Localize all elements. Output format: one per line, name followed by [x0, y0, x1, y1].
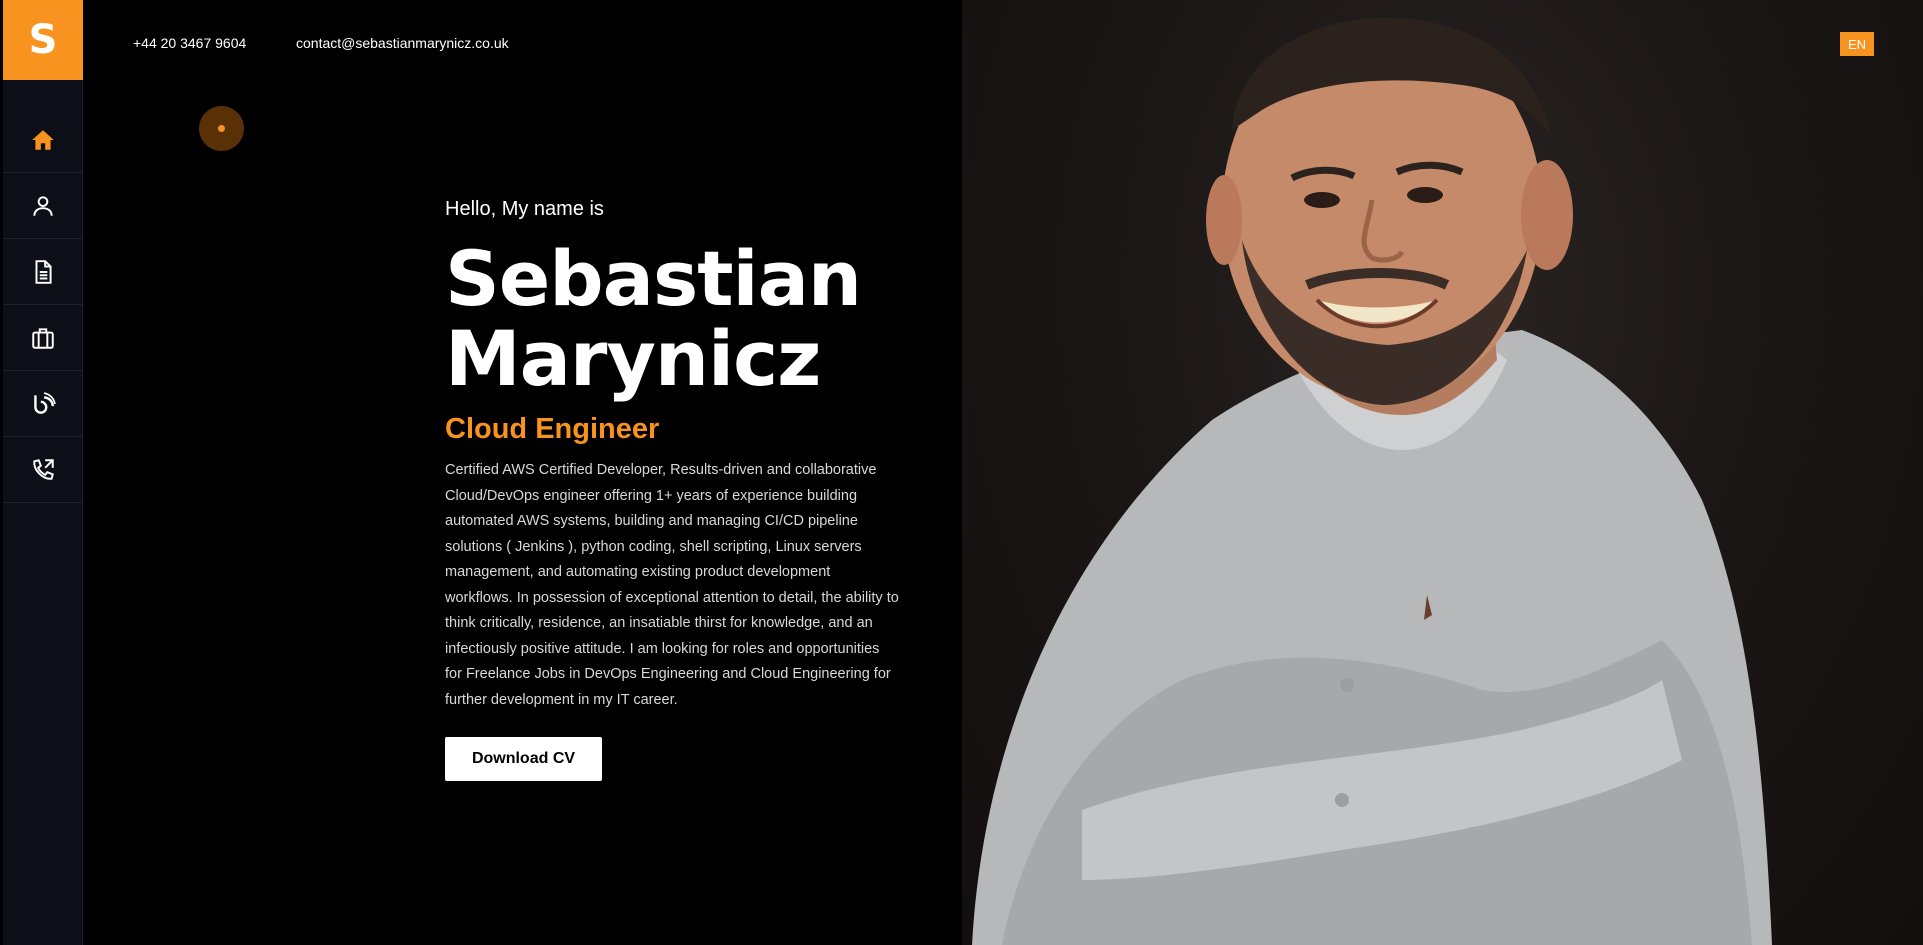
document-icon [35, 259, 52, 284]
email-address[interactable]: contact@sebastianmarynicz.co.uk [296, 35, 509, 51]
hero-section: Hello, My name is Sebastian Marynicz Clo… [445, 198, 905, 781]
profile-photo [962, 0, 1923, 945]
sidebar: S [3, 0, 83, 945]
role-title: Cloud Engineer [445, 413, 660, 445]
download-cv-button[interactable]: Download CV [445, 737, 602, 781]
page: S +44 20 3467 9604 contact@sebastianmary… [0, 0, 1923, 945]
first-name: Sebastian [445, 234, 862, 323]
sidebar-nav [3, 107, 83, 503]
phone-icon [33, 458, 54, 480]
portrait-illustration [972, 17, 1772, 945]
sidebar-item-home[interactable] [3, 107, 83, 173]
sidebar-item-portfolio[interactable] [3, 305, 83, 371]
home-icon [32, 129, 54, 150]
last-name: Marynicz [445, 314, 821, 403]
phone-number[interactable]: +44 20 3467 9604 [133, 35, 246, 51]
blog-icon [34, 391, 56, 414]
user-icon [33, 195, 53, 216]
briefcase-icon [32, 327, 54, 349]
cursor-indicator [199, 106, 244, 151]
sidebar-item-contact[interactable] [3, 437, 83, 503]
sidebar-item-blog[interactable] [3, 371, 83, 437]
page-title: Sebastian Marynicz [445, 239, 905, 399]
greeting-text: Hello, My name is [445, 198, 604, 220]
logo[interactable]: S [3, 0, 83, 80]
language-switcher[interactable]: EN [1840, 32, 1874, 56]
sidebar-item-about[interactable] [3, 173, 83, 239]
bio-text: Certified AWS Certified Developer, Resul… [445, 462, 899, 708]
sidebar-item-resume[interactable] [3, 239, 83, 305]
